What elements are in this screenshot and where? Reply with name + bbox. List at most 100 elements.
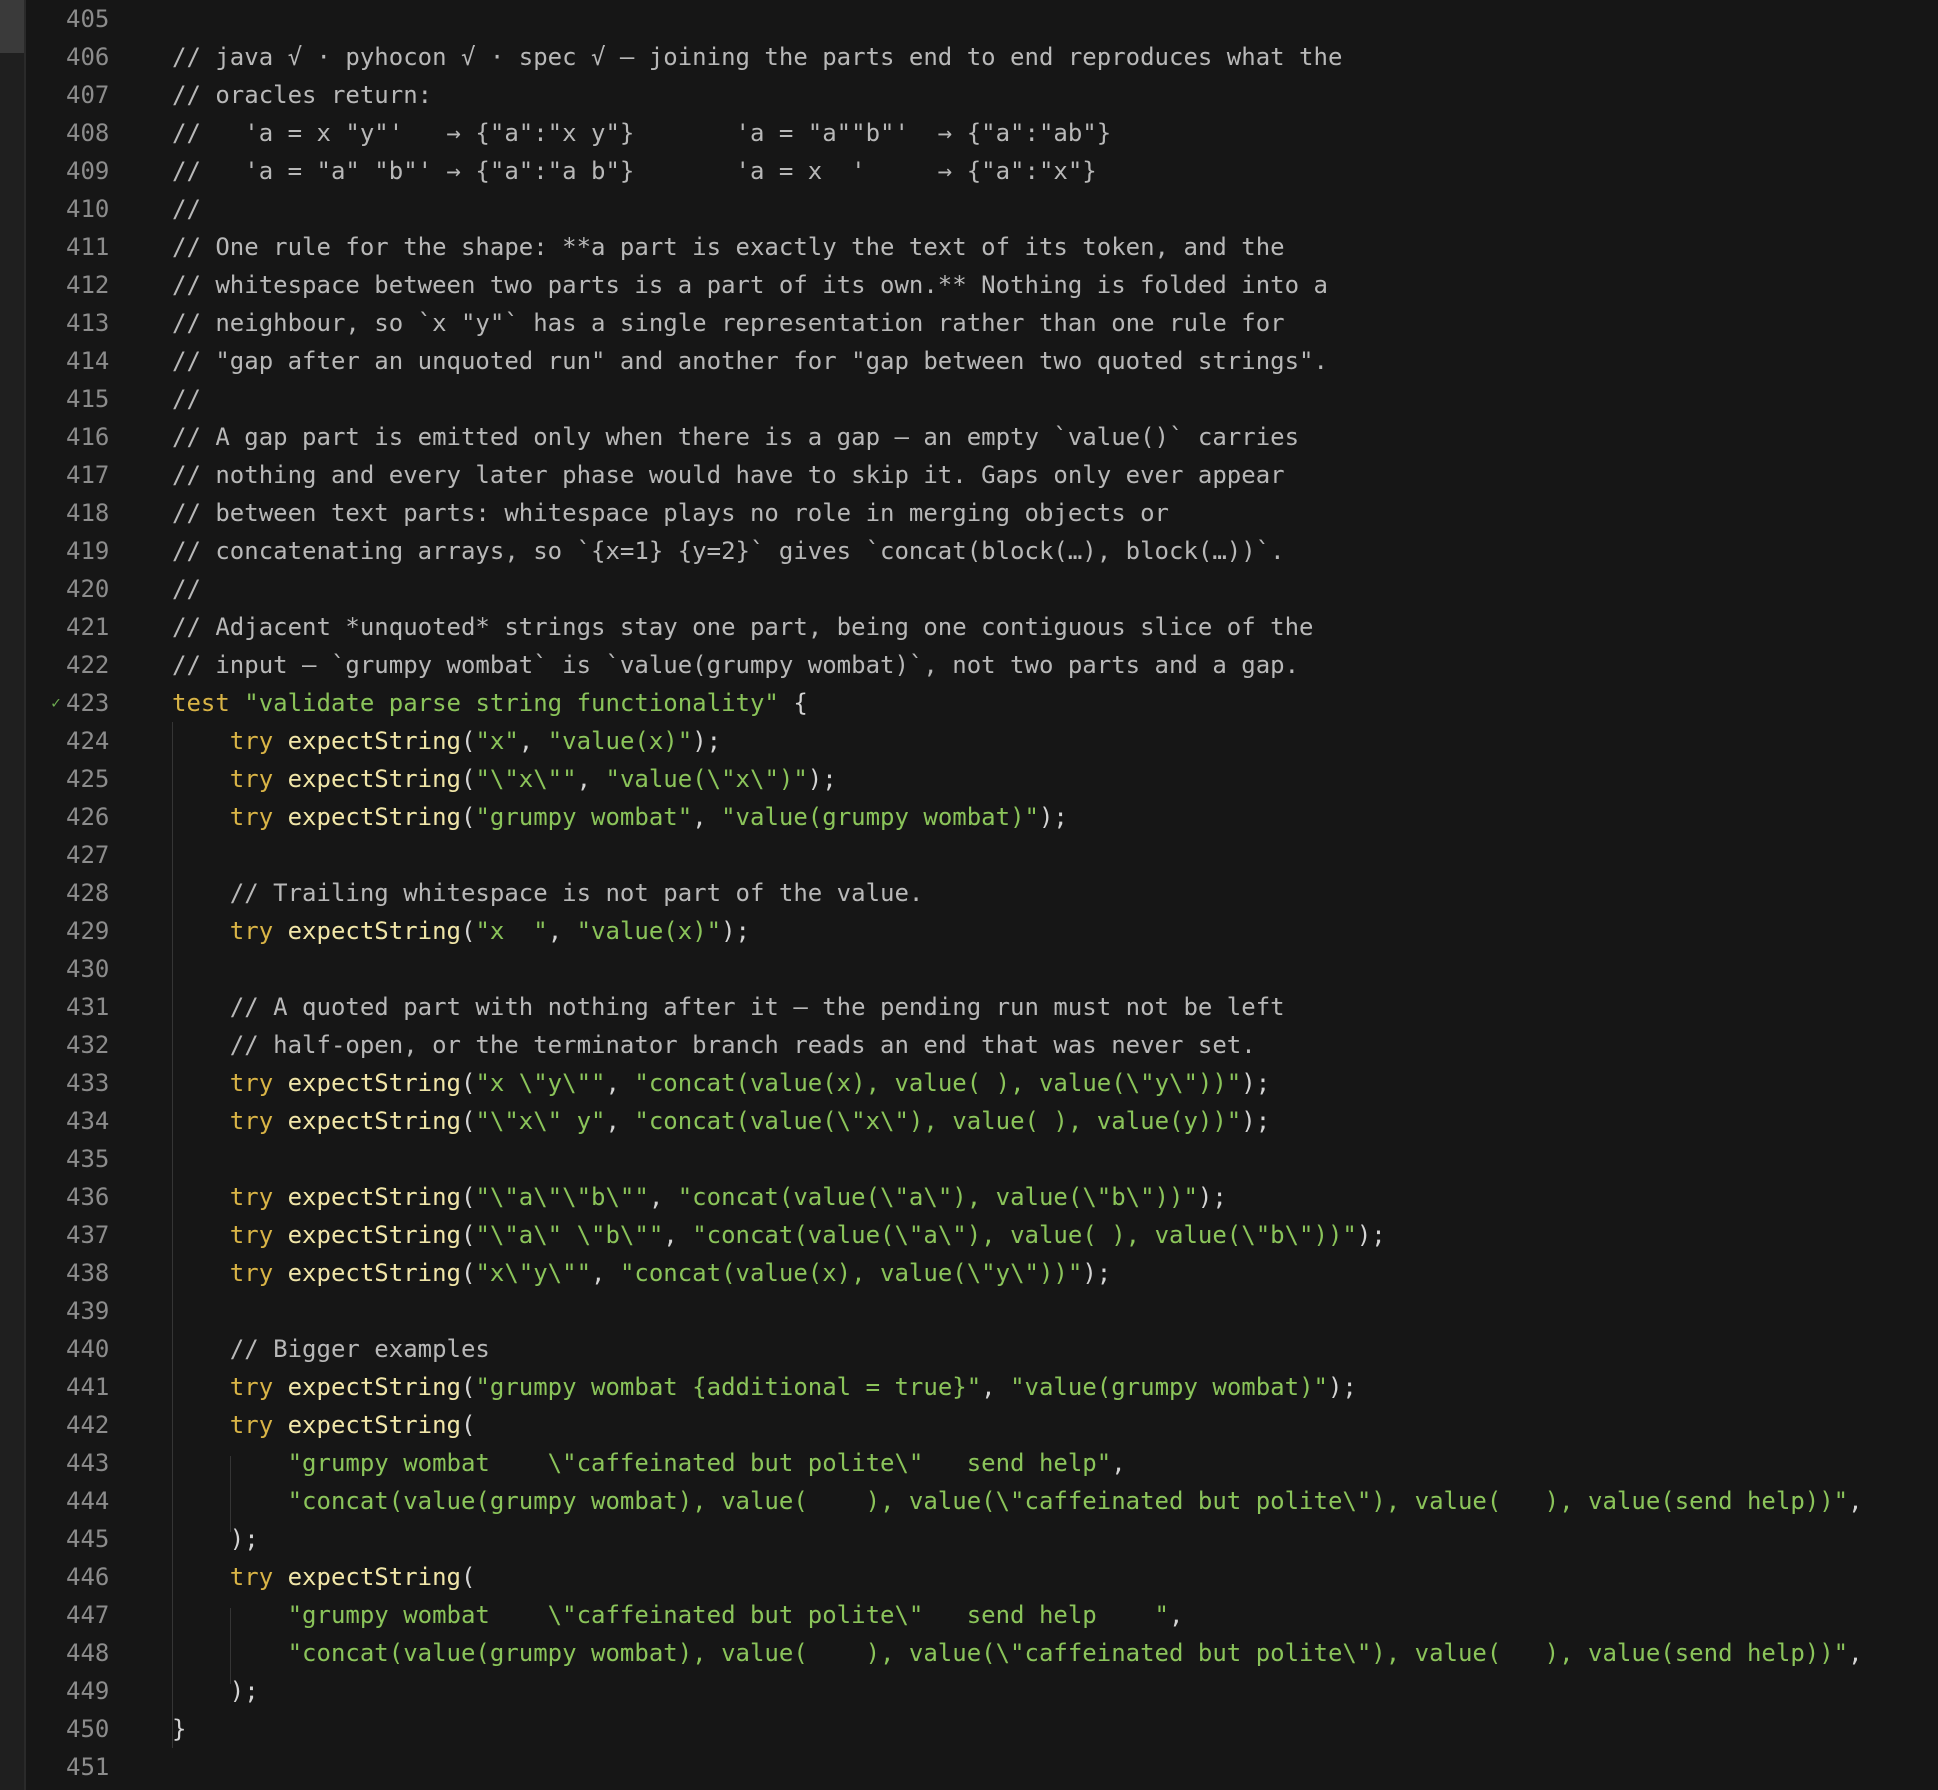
code-line[interactable]: 451 bbox=[26, 1748, 1938, 1786]
line-number: 417 bbox=[66, 461, 110, 489]
code-token: ( bbox=[460, 1411, 476, 1439]
code-line[interactable]: 435 bbox=[26, 1140, 1938, 1178]
code-token: try bbox=[172, 1373, 288, 1401]
code-line[interactable]: 450} bbox=[26, 1710, 1938, 1748]
code-line[interactable]: 416 // A gap part is emitted only when th… bbox=[26, 418, 1938, 456]
code-line[interactable]: 447 "grumpy wombat \"caffeinated but pol… bbox=[26, 1596, 1938, 1634]
code-line[interactable]: 432 // half-open, or the terminator bran… bbox=[26, 1026, 1938, 1064]
code-line[interactable]: 449 ); bbox=[26, 1672, 1938, 1710]
code-line[interactable]: 429 try expectString("x ", "value(x)"); bbox=[26, 912, 1938, 950]
code-token: try bbox=[172, 1259, 288, 1287]
code-line[interactable]: 418 // between text parts: whitespace pla… bbox=[26, 494, 1938, 532]
code-line[interactable]: 405 bbox=[26, 0, 1938, 38]
line-number: 426 bbox=[66, 803, 110, 831]
code-token: "value(\"x\")" bbox=[605, 765, 808, 793]
code-line[interactable]: 408 // 'a = x "y"' → {"a":"x y"} 'a = "a"… bbox=[26, 114, 1938, 152]
code-line[interactable]: 448 "concat(value(grumpy wombat), value(… bbox=[26, 1634, 1938, 1672]
code-line[interactable]: 434 try expectString("\"x\" y", "concat(… bbox=[26, 1102, 1938, 1140]
line-number: 439 bbox=[66, 1297, 110, 1325]
code-line[interactable]: 406 // java √ · pyhocon √ · spec √ — join… bbox=[26, 38, 1938, 76]
code-line[interactable]: 442 try expectString( bbox=[26, 1406, 1938, 1444]
code-line[interactable]: 433 try expectString("x \"y\"", "concat(… bbox=[26, 1064, 1938, 1102]
code-line[interactable]: 438 try expectString("x\"y\"", "concat(v… bbox=[26, 1254, 1938, 1292]
code-line[interactable]: 415 // bbox=[26, 380, 1938, 418]
code-line[interactable]: 440 // Bigger examples bbox=[26, 1330, 1938, 1368]
code-token: ); bbox=[692, 727, 722, 755]
line-code: try expectString("\"a\" \"b\"", "concat(… bbox=[172, 1216, 1386, 1254]
code-line[interactable]: 443 "grumpy wombat \"caffeinated but pol… bbox=[26, 1444, 1938, 1482]
code-line[interactable]: 424 try expectString("x", "value(x)"); bbox=[26, 722, 1938, 760]
line-code: // Trailing whitespace is not part of th… bbox=[172, 874, 924, 912]
code-line[interactable]: 444 "concat(value(grumpy wombat), value(… bbox=[26, 1482, 1938, 1520]
code-token: expectString bbox=[287, 1373, 461, 1401]
code-token: // between text parts: whitespace plays … bbox=[172, 499, 1169, 527]
line-number: 431 bbox=[66, 993, 110, 1021]
code-line[interactable]: ✓ 423 test "validate parse string function… bbox=[26, 684, 1938, 722]
code-token: , bbox=[1848, 1487, 1863, 1515]
line-code: // A gap part is emitted only when there… bbox=[172, 418, 1299, 456]
code-token: // 'a = "a" "b"' → {"a":"a b"} 'a = x ' … bbox=[172, 157, 1097, 185]
code-token: "grumpy wombat {additional = true}" bbox=[475, 1373, 982, 1401]
code-line[interactable]: 410 // bbox=[26, 190, 1938, 228]
line-number: 421 bbox=[66, 613, 110, 641]
line-number: 437 bbox=[66, 1221, 110, 1249]
code-line[interactable]: 446 try expectString( bbox=[26, 1558, 1938, 1596]
line-number: 442 bbox=[66, 1411, 110, 1439]
line-code: // bbox=[172, 570, 201, 608]
line-code: try expectString("\"x\" y", "concat(valu… bbox=[172, 1102, 1270, 1140]
code-line[interactable]: 426 try expectString("grumpy wombat", "v… bbox=[26, 798, 1938, 836]
line-number: 446 bbox=[66, 1563, 110, 1591]
code-line[interactable]: 411 // One rule for the shape: **a part i… bbox=[26, 228, 1938, 266]
line-code: try expectString("grumpy wombat {additio… bbox=[172, 1368, 1357, 1406]
code-line[interactable]: 419 // concatenating arrays, so `{x=1} {y… bbox=[26, 532, 1938, 570]
code-token: , bbox=[692, 803, 722, 831]
code-line[interactable]: 417 // nothing and every later phase woul… bbox=[26, 456, 1938, 494]
line-number: 438 bbox=[66, 1259, 110, 1287]
code-token: test bbox=[172, 689, 245, 717]
line-number: 419 bbox=[66, 537, 110, 565]
code-token: ); bbox=[721, 917, 750, 945]
code-line[interactable]: 431 // A quoted part with nothing after … bbox=[26, 988, 1938, 1026]
code-line[interactable]: 414 // "gap after an unquoted run" and an… bbox=[26, 342, 1938, 380]
code-line[interactable]: 445 ); bbox=[26, 1520, 1938, 1558]
code-token: , bbox=[1111, 1449, 1126, 1477]
line-number: 409 bbox=[66, 157, 110, 185]
code-token: try bbox=[172, 1563, 288, 1591]
code-token: try bbox=[172, 803, 288, 831]
code-line[interactable]: 409 // 'a = "a" "b"' → {"a":"a b"} 'a = x… bbox=[26, 152, 1938, 190]
code-token: expectString bbox=[287, 1069, 461, 1097]
code-line[interactable]: 436 try expectString("\"a\"\"b\"", "conc… bbox=[26, 1178, 1938, 1216]
code-token: "x " bbox=[475, 917, 548, 945]
code-line[interactable]: 428 // Trailing whitespace is not part o… bbox=[26, 874, 1938, 912]
line-code: // half-open, or the terminator branch r… bbox=[172, 1026, 1256, 1064]
code-token: "grumpy wombat" bbox=[475, 803, 693, 831]
code-line[interactable]: 427 bbox=[26, 836, 1938, 874]
scroll-thumb[interactable] bbox=[0, 0, 24, 53]
line-number: 451 bbox=[66, 1753, 110, 1781]
code-line[interactable]: 441 try expectString("grumpy wombat {add… bbox=[26, 1368, 1938, 1406]
line-code: // bbox=[172, 380, 201, 418]
code-token: "\"a\"\"b\"" bbox=[475, 1183, 649, 1211]
code-token: "concat(value(x), value(\"y\"))" bbox=[619, 1259, 1083, 1287]
code-token: "concat(value(grumpy wombat), value( ), … bbox=[287, 1487, 1849, 1515]
code-line[interactable]: 430 bbox=[26, 950, 1938, 988]
code-token: // nothing and every later phase would h… bbox=[172, 461, 1285, 489]
code-line[interactable]: 437 try expectString("\"a\" \"b\"", "con… bbox=[26, 1216, 1938, 1254]
code-line[interactable]: 425 try expectString("\"x\"", "value(\"x… bbox=[26, 760, 1938, 798]
code-line[interactable]: 413 // neighbour, so `x "y"` has a single… bbox=[26, 304, 1938, 342]
code-line[interactable]: 412 // whitespace between two parts is a … bbox=[26, 266, 1938, 304]
code-line[interactable]: 407 // oracles return: bbox=[26, 76, 1938, 114]
code-line[interactable]: 439 bbox=[26, 1292, 1938, 1330]
line-code: // bbox=[172, 190, 201, 228]
code-editor[interactable]: 405 406 // java √ · pyhocon √ · spec √ — j… bbox=[26, 0, 1938, 1790]
code-token: ); bbox=[172, 1525, 259, 1553]
code-line[interactable]: 421 // Adjacent *unquoted* strings stay o… bbox=[26, 608, 1938, 646]
code-line[interactable]: 422 // input — `grumpy wombat` is `value(… bbox=[26, 646, 1938, 684]
line-code: ); bbox=[172, 1672, 259, 1710]
test-pass-icon[interactable]: ✓ bbox=[48, 684, 64, 722]
code-token: "concat(value(\"x\"), value( ), value(y)… bbox=[634, 1107, 1242, 1135]
code-line[interactable]: 420 // bbox=[26, 570, 1938, 608]
code-token: // concatenating arrays, so `{x=1} {y=2}… bbox=[172, 537, 1285, 565]
code-token: "value(grumpy wombat)" bbox=[1010, 1373, 1328, 1401]
